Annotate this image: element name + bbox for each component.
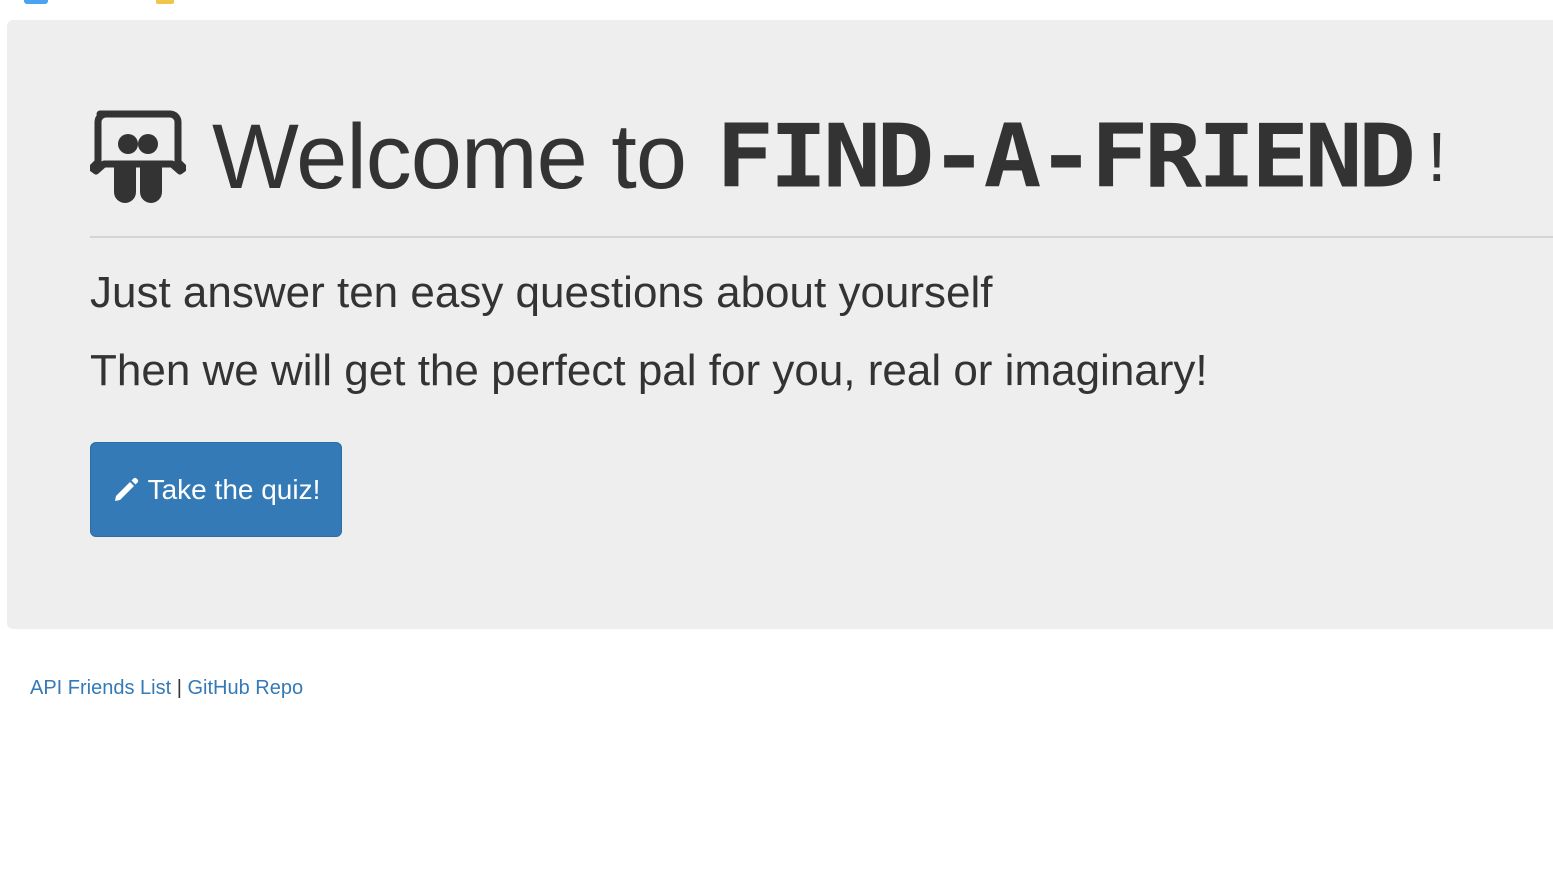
divider — [90, 236, 1553, 238]
bookmarks-bar — [0, 0, 1553, 8]
welcome-text: Welcome to — [212, 105, 687, 208]
slideshare-icon — [90, 110, 186, 203]
brand-name: Find-A-Friend — [716, 106, 1416, 208]
take-quiz-button[interactable]: Take the quiz! — [90, 442, 342, 537]
bookmark-folder-icon[interactable] — [156, 0, 174, 4]
title-exclamation: ! — [1427, 118, 1447, 196]
pencil-icon — [114, 477, 138, 501]
page-title: Welcome to Find-A-Friend ! — [90, 102, 1447, 212]
bookmark-favicon-icon[interactable] — [24, 0, 48, 4]
footer: API Friends List | GitHub Repo — [30, 677, 303, 700]
api-friends-list-link[interactable]: API Friends List — [30, 677, 171, 699]
footer-separator: | — [176, 677, 182, 699]
lead-text-1: Just answer ten easy questions about you… — [90, 268, 993, 317]
github-repo-link[interactable]: GitHub Repo — [188, 677, 304, 699]
take-quiz-label: Take the quiz! — [147, 473, 321, 505]
lead-text-2: Then we will get the perfect pal for you… — [90, 346, 1208, 395]
